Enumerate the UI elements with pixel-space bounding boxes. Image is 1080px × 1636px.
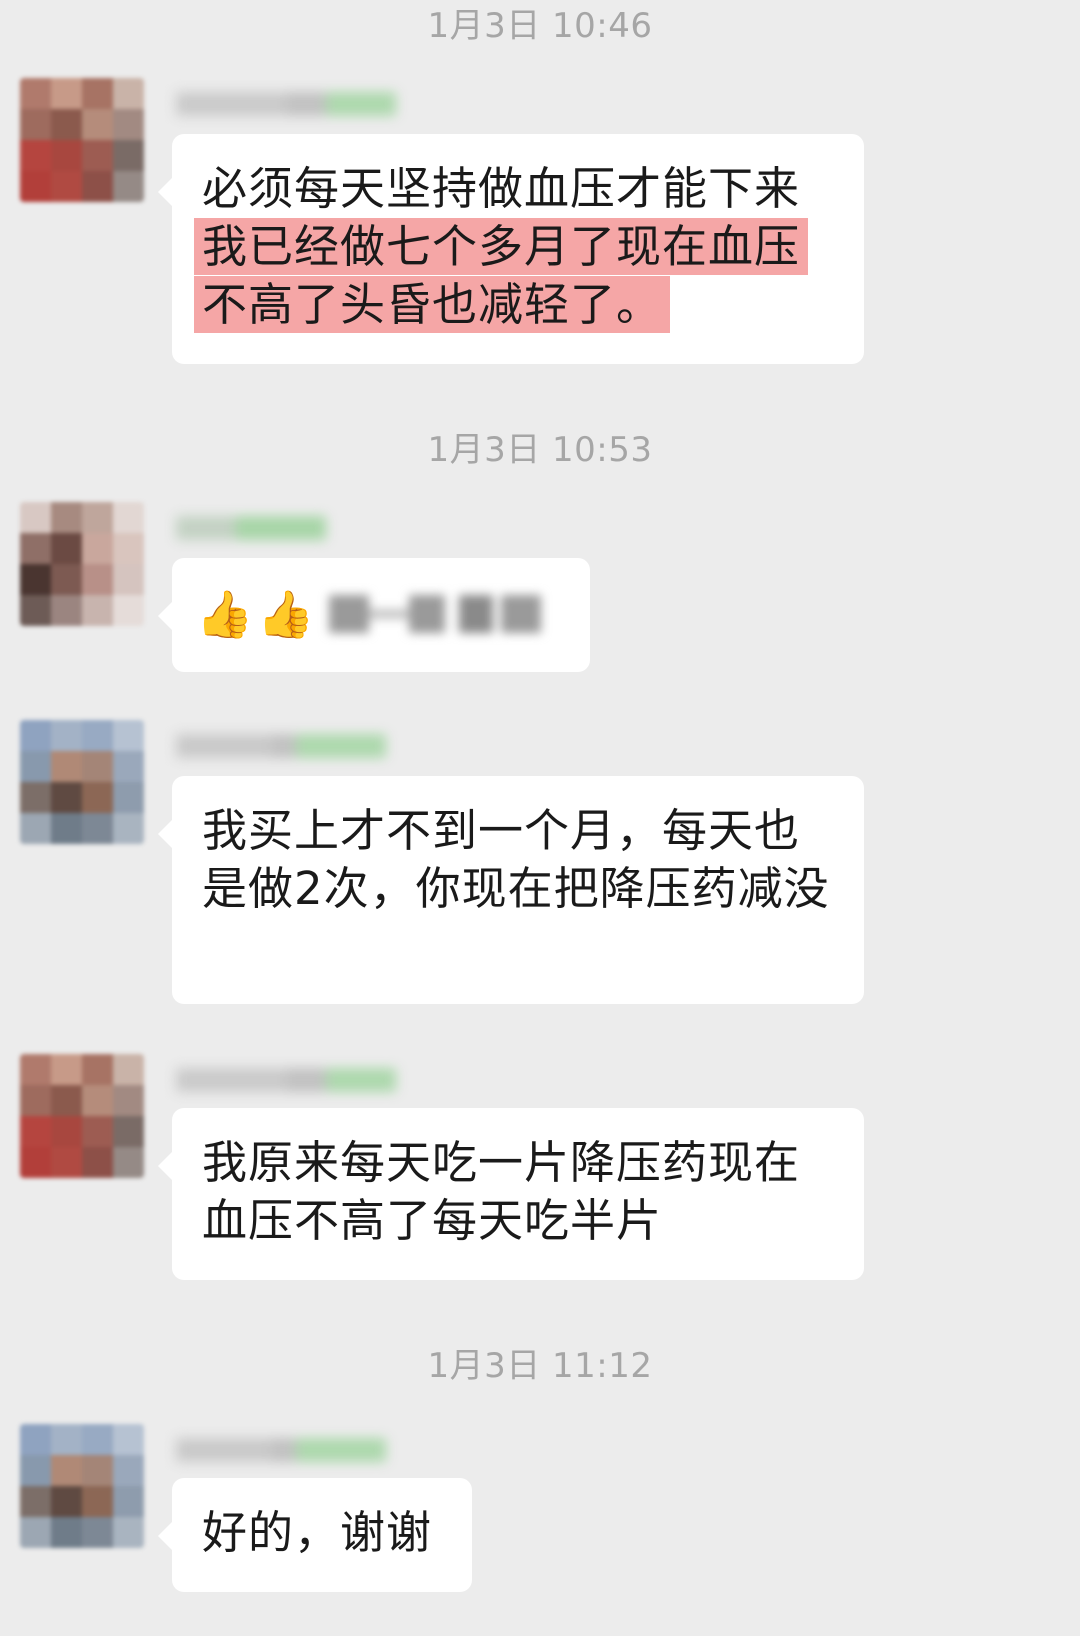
sender-name-redacted bbox=[176, 86, 416, 120]
avatar[interactable] bbox=[20, 78, 144, 202]
message-bubble[interactable]: 👍 👍 bbox=[158, 558, 590, 672]
sender-name-redacted bbox=[176, 1432, 416, 1466]
thumbs-up-icon: 👍 bbox=[257, 587, 315, 641]
sender-name-redacted bbox=[176, 1062, 416, 1096]
message-bubble[interactable]: 我买上才不到一个月，每天也是做2次，你现在把降压药减没 bbox=[158, 776, 864, 1004]
emoji-row: 👍 👍 bbox=[196, 584, 566, 644]
message-text: 好的，谢谢 bbox=[202, 1506, 433, 1559]
message-bubble[interactable]: 必须每天坚持做血压才能下来 我已经做七个多月了现在血压不高了头昏也减轻了。 bbox=[158, 134, 864, 364]
timestamp: 1月3日 10:46 bbox=[427, 6, 653, 46]
avatar[interactable] bbox=[20, 1054, 144, 1178]
message-bubble[interactable]: 好的，谢谢 bbox=[158, 1478, 472, 1592]
message-text-plain: 必须每天坚持做血压才能下来 bbox=[202, 162, 801, 215]
timestamp: 1月3日 10:53 bbox=[427, 430, 653, 470]
avatar[interactable] bbox=[20, 502, 144, 626]
highlighted-text: 我已经做七个多月了现在血压不高了头昏也减轻了。 bbox=[194, 218, 809, 333]
message-text: 必须每天坚持做血压才能下来 我已经做七个多月了现在血压不高了头昏也减轻了。 bbox=[194, 160, 834, 334]
message-text: 我原来每天吃一片降压药现在血压不高了每天吃半片 bbox=[202, 1136, 801, 1247]
sender-name-redacted bbox=[176, 728, 416, 762]
timestamp: 1月3日 11:12 bbox=[427, 1346, 653, 1386]
avatar[interactable] bbox=[20, 720, 144, 844]
sender-name-redacted bbox=[176, 510, 416, 544]
avatar[interactable] bbox=[20, 1424, 144, 1548]
thumbs-up-icon: 👍 bbox=[196, 587, 254, 641]
redacted-text bbox=[328, 591, 549, 637]
message-text: 我买上才不到一个月，每天也是做2次，你现在把降压药减没 bbox=[202, 804, 830, 915]
message-bubble[interactable]: 我原来每天吃一片降压药现在血压不高了每天吃半片 bbox=[158, 1108, 864, 1280]
